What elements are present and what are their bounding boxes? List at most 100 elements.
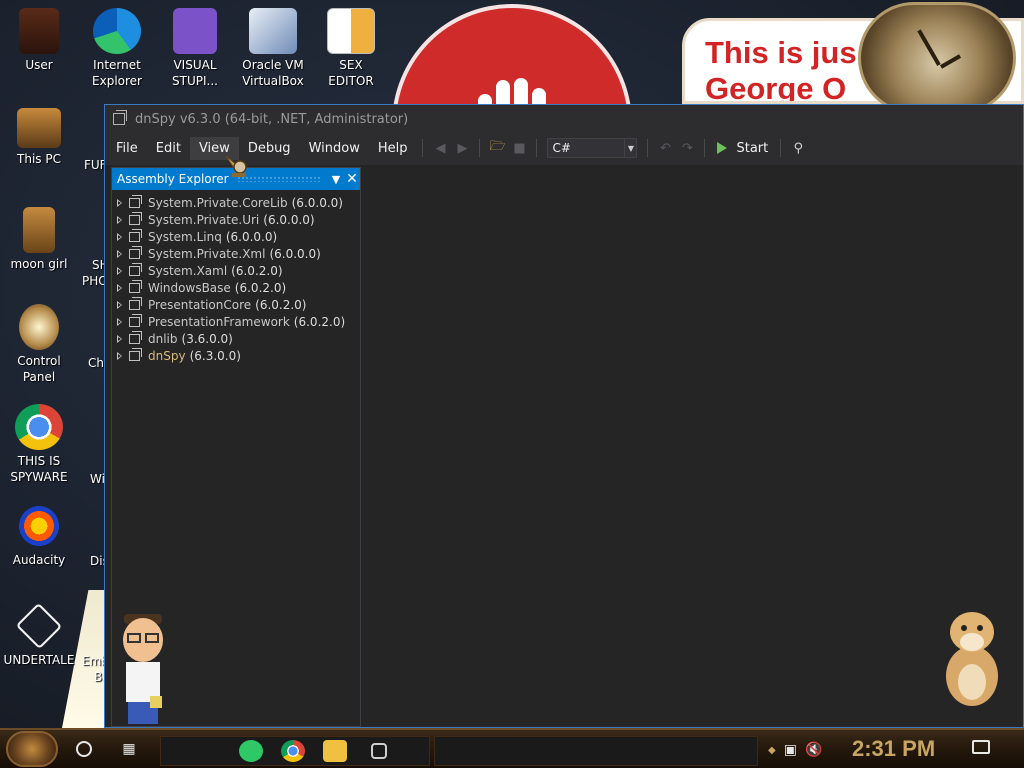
assembly-version: (6.0.2.0) (255, 297, 307, 312)
tree-item-assembly[interactable]: dnSpy (6.3.0.0) (112, 347, 360, 364)
toolbar-separator (479, 139, 481, 157)
open-folder-icon[interactable]: 🗁 (486, 137, 508, 159)
redo-icon[interactable]: ↷ (676, 137, 698, 159)
navigate-forward-icon[interactable]: ▶ (451, 137, 473, 159)
taskbar: ▦ ◆ ▣ 🔇 2:31 PM (0, 728, 1024, 768)
tree-item-assembly[interactable]: PresentationFramework (6.0.2.0) (112, 313, 360, 330)
assembly-icon (129, 330, 142, 344)
lightbulb-icon (19, 304, 59, 350)
search-icon[interactable] (76, 741, 92, 757)
menu-file[interactable]: File (107, 137, 147, 160)
assembly-icon (129, 313, 142, 327)
unity-logo-icon (15, 602, 63, 650)
assembly-name: System.Xaml (148, 263, 228, 278)
window-titlebar[interactable]: dnSpy v6.3.0 (64-bit, .NET, Administrato… (105, 105, 1023, 133)
tree-item-assembly[interactable]: System.Private.Uri (6.0.0.0) (112, 211, 360, 228)
notification-center-icon[interactable] (972, 740, 990, 754)
assembly-icon (129, 228, 142, 242)
assembly-version: (6.0.2.0) (293, 314, 346, 329)
assembly-name: dnlib (148, 331, 178, 346)
network-icon[interactable]: ▣ (784, 742, 797, 758)
document-area (361, 165, 1023, 727)
tree-item-assembly[interactable]: PresentationCore (6.0.2.0) (112, 296, 360, 313)
assembly-version: (6.3.0.0) (189, 348, 241, 363)
save-icon[interactable]: ■ (508, 137, 530, 159)
custom-cursor-icon (225, 155, 247, 177)
task-view-icon[interactable]: ▦ (120, 741, 138, 757)
expand-arrow-icon[interactable] (117, 215, 122, 224)
tree-item-assembly[interactable]: WindowsBase (6.0.2.0) (112, 279, 360, 296)
taskbar-clock[interactable]: 2:31 PM (852, 736, 935, 762)
file-explorer-icon[interactable] (323, 740, 347, 762)
assembly-icon (129, 211, 142, 225)
tree-item-assembly[interactable]: System.Private.CoreLib (6.0.0.0) (112, 194, 360, 211)
dnspy-window[interactable]: dnSpy v6.3.0 (64-bit, .NET, Administrato… (104, 104, 1024, 728)
assembly-name: System.Private.Xml (148, 246, 266, 261)
chat-app-icon[interactable] (239, 740, 263, 762)
assembly-tree: System.Private.CoreLib (6.0.0.0) System.… (112, 190, 360, 364)
assembly-name: System.Linq (148, 229, 222, 244)
tray-overflow-icon[interactable]: ◆ (768, 745, 776, 756)
desktop-icon-chrome[interactable]: THIS IS SPYWARE (0, 404, 78, 485)
assembly-name: dnSpy (148, 348, 186, 363)
tree-item-assembly[interactable]: dnlib (3.6.0.0) (112, 330, 360, 347)
visual-studio-icon (173, 8, 217, 54)
expand-arrow-icon[interactable] (117, 351, 122, 360)
desktop-icon-moon-girl[interactable]: moon girl (0, 207, 78, 272)
desktop-icon-internet-explorer[interactable]: Internet Explorer (78, 8, 156, 89)
start-button[interactable] (6, 731, 58, 767)
assembly-version: (6.0.0.0) (291, 195, 343, 210)
assembly-version: (6.0.0.0) (269, 246, 321, 261)
menu-window[interactable]: Window (300, 137, 369, 160)
desktop-icon-undertale[interactable]: UNDERTALE (0, 602, 78, 668)
navigate-back-icon[interactable]: ◀ (429, 137, 451, 159)
assembly-icon (129, 194, 142, 208)
expand-arrow-icon[interactable] (117, 334, 122, 343)
main-content-area: Assembly Explorer ▼ ✕ System.Private.Cor… (105, 165, 1023, 727)
assembly-name: PresentationFramework (148, 314, 290, 329)
desktop-icon-visual-studio[interactable]: VISUAL STUPI... (156, 8, 234, 89)
menu-edit[interactable]: Edit (147, 137, 190, 160)
moon-girl-icon (23, 207, 55, 253)
tree-item-assembly[interactable]: System.Private.Xml (6.0.0.0) (112, 245, 360, 262)
pinned-apps (160, 736, 430, 766)
expand-arrow-icon[interactable] (117, 317, 122, 326)
window-restore-icon (113, 110, 127, 125)
language-select[interactable]: C# ▼ (547, 138, 638, 158)
expand-arrow-icon[interactable] (117, 283, 122, 292)
tree-item-assembly[interactable]: System.Xaml (6.0.2.0) (112, 262, 360, 279)
expand-arrow-icon[interactable] (117, 249, 122, 258)
chrome-browser-icon[interactable] (281, 740, 305, 762)
system-tray: ◆ ▣ 🔇 (768, 734, 822, 766)
user-folder-icon (19, 8, 59, 54)
undo-icon[interactable]: ↶ (654, 137, 676, 159)
expand-arrow-icon[interactable] (117, 198, 122, 207)
volume-muted-icon[interactable]: 🔇 (805, 742, 822, 758)
chrome-browser-icon (15, 404, 63, 450)
expand-arrow-icon[interactable] (117, 266, 122, 275)
search-icon[interactable]: ⚲ (787, 137, 809, 159)
desktop-icon-control-panel[interactable]: Control Panel (0, 304, 78, 385)
expand-arrow-icon[interactable] (117, 300, 122, 309)
expand-arrow-icon[interactable] (117, 232, 122, 241)
desktop-icon-this-pc[interactable]: This PC (0, 108, 78, 167)
virtualbox-cube-icon (249, 8, 297, 54)
desktop-icon-audacity[interactable]: Audacity (0, 503, 78, 568)
toolbar-separator (704, 139, 706, 157)
menu-help[interactable]: Help (369, 137, 417, 160)
toolbar-separator (536, 139, 538, 157)
panel-close-icon[interactable]: ✕ (344, 171, 360, 187)
running-apps (434, 736, 758, 766)
toolbar-separator (780, 139, 782, 157)
tree-item-assembly[interactable]: System.Linq (6.0.0.0) (112, 228, 360, 245)
assembly-name: PresentationCore (148, 297, 252, 312)
start-debugging-button[interactable]: Start (711, 141, 774, 156)
assembly-name: System.Private.CoreLib (148, 195, 288, 210)
dnspy-taskbar-icon[interactable] (371, 743, 387, 759)
desktop-icon-hex-editor[interactable]: SEX EDITOR (312, 8, 390, 89)
panel-options-chevron-icon[interactable]: ▼ (328, 173, 344, 186)
desktop-icon-virtualbox[interactable]: Oracle VM VirtualBox (234, 8, 312, 89)
assembly-version: (6.0.2.0) (231, 263, 283, 278)
desktop-icon-user[interactable]: User (0, 8, 78, 73)
assembly-icon (129, 347, 142, 361)
